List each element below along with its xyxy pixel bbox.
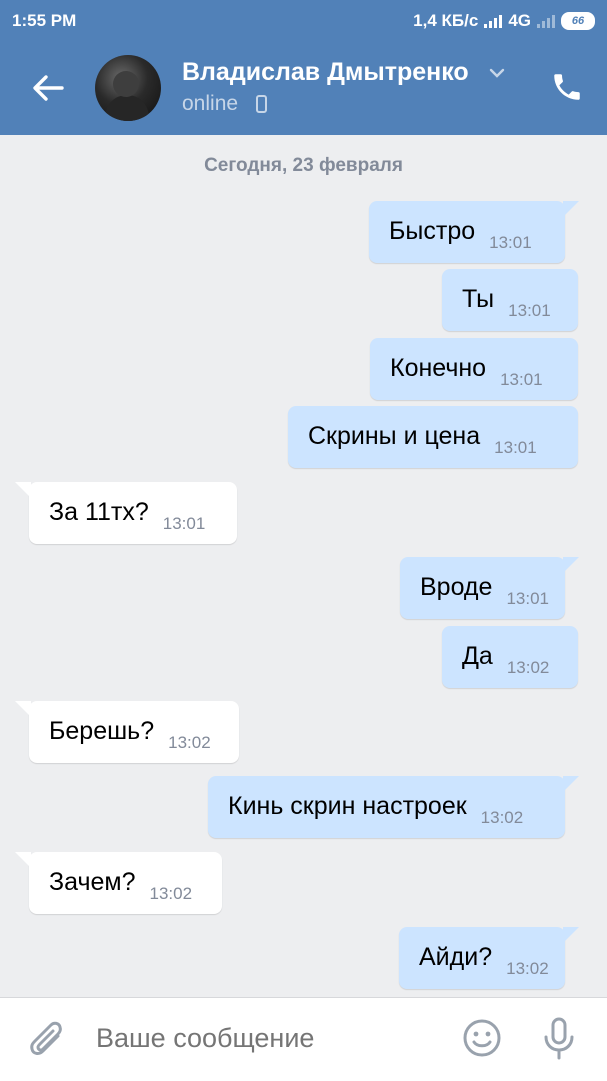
message-text: Скрины и цена <box>308 422 481 450</box>
message-time: 13:01 <box>506 589 549 608</box>
message-outgoing[interactable]: Скрины и цена 13:01 <box>288 406 578 468</box>
message-composer <box>0 997 607 1081</box>
signal-secondary-icon <box>537 14 555 28</box>
message-outgoing[interactable]: Быстро 13:01 <box>369 201 579 263</box>
message-text: Кинь скрин настроек <box>228 792 467 820</box>
network-speed: 1,4 КБ/с <box>413 11 479 30</box>
message-input[interactable] <box>96 1023 436 1054</box>
chevron-down-icon[interactable] <box>488 67 506 79</box>
message-text: Да <box>462 642 493 670</box>
status-time: 1:55 PM <box>12 11 77 30</box>
message-time: 13:01 <box>494 438 537 457</box>
smile-icon[interactable] <box>462 1018 502 1058</box>
message-text: Вроде <box>420 573 493 601</box>
message-outgoing[interactable]: Вроде 13:01 <box>400 557 579 619</box>
message-text: Берешь? <box>49 717 155 745</box>
signal-icon <box>484 14 503 28</box>
paperclip-icon[interactable] <box>28 1018 68 1062</box>
message-incoming[interactable]: Берешь? 13:02 <box>15 701 239 763</box>
message-outgoing[interactable]: Ты 13:01 <box>442 269 578 331</box>
message-time: 13:02 <box>506 658 550 677</box>
phone-icon[interactable] <box>550 70 584 104</box>
message-text: Быстро <box>389 217 476 245</box>
message-time: 13:01 <box>162 514 206 533</box>
status-indicators: 1,4 КБ/с 4G 66 <box>413 11 595 31</box>
message-outgoing[interactable]: Да 13:02 <box>442 626 578 688</box>
avatar[interactable] <box>95 55 161 121</box>
message-text: Ты <box>462 285 495 313</box>
message-incoming[interactable]: Зачем? 13:02 <box>15 852 222 914</box>
message-incoming[interactable]: За 11тх? 13:01 <box>15 482 237 544</box>
network-type: 4G <box>508 11 531 30</box>
chat-header: Владислав Дмытренко online <box>0 40 607 135</box>
message-text: Айди? <box>419 943 493 971</box>
date-separator: Сегодня, 23 февраля <box>204 155 403 176</box>
message-outgoing[interactable]: Айди? 13:02 <box>399 927 579 989</box>
message-time: 13:02 <box>168 733 211 752</box>
status-bar: 1:55 PM 1,4 КБ/с 4G 66 <box>0 0 607 40</box>
message-outgoing[interactable]: Кинь скрин настроек 13:02 <box>208 776 579 838</box>
mobile-phone-icon <box>256 95 267 113</box>
message-time: 13:02 <box>149 884 193 903</box>
message-time: 13:01 <box>489 233 532 252</box>
message-text: Конечно <box>390 354 487 382</box>
message-text: За 11тх? <box>49 498 149 526</box>
message-time: 13:02 <box>506 959 549 978</box>
contact-name[interactable]: Владислав Дмытренко <box>182 58 469 87</box>
arrow-left-icon[interactable] <box>28 68 68 108</box>
presence-status: online <box>182 92 239 115</box>
message-time: 13:01 <box>508 301 551 320</box>
microphone-icon[interactable] <box>541 1016 577 1062</box>
battery-icon: 66 <box>561 12 595 30</box>
message-text: Зачем? <box>49 868 136 896</box>
message-time: 13:02 <box>480 808 524 827</box>
message-outgoing[interactable]: Конечно 13:01 <box>370 338 578 400</box>
message-time: 13:01 <box>500 370 543 389</box>
